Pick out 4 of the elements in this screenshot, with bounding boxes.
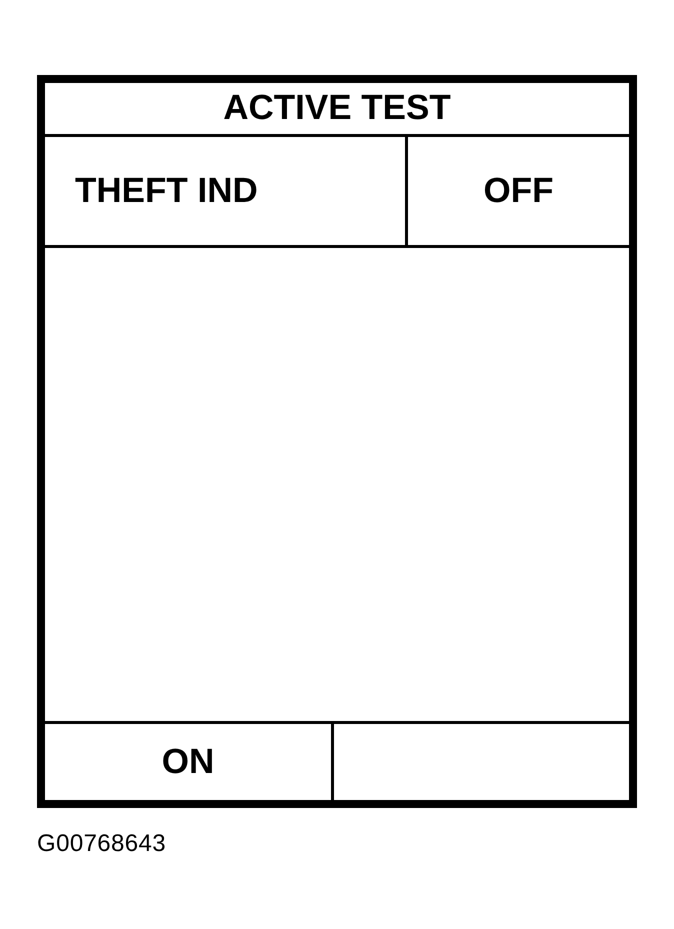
figure-code: G00768643 [37, 830, 166, 858]
screen-title: ACTIVE TEST [223, 89, 451, 128]
item-value: OFF [484, 172, 554, 210]
item-label: THEFT IND [75, 172, 258, 210]
